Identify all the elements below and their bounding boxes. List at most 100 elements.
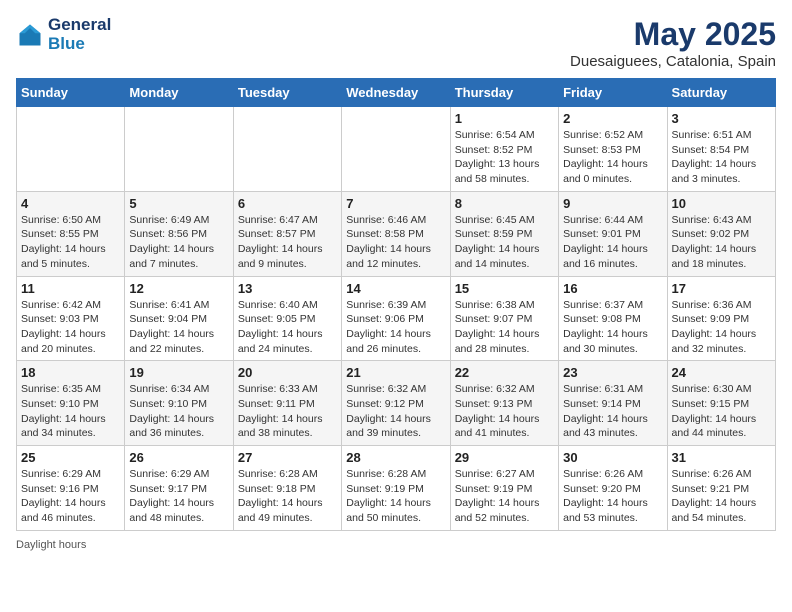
logo-text: General Blue: [48, 16, 111, 53]
week-row-3: 11 Sunrise: 6:42 AM Sunset: 9:03 PM Dayli…: [17, 276, 776, 361]
day-cell: 4Sunrise: 6:50 AM Sunset: 8:55 PM Daylig…: [17, 191, 125, 276]
day-cell: 10Sunrise: 6:43 AM Sunset: 9:02 PM Dayli…: [667, 191, 775, 276]
col-header-monday: Monday: [125, 79, 233, 107]
day-info: Sunrise: 6:36 AM Sunset: 9:09 PM Dayligh…: [672, 298, 771, 357]
day-cell: [17, 107, 125, 192]
day-info: Sunrise: 6:29 AM Sunset: 9:16 PM Dayligh…: [21, 467, 120, 526]
day-number: 25: [21, 450, 120, 465]
col-header-friday: Friday: [559, 79, 667, 107]
day-number: 1: [455, 111, 554, 126]
day-info: Sunrise: 6:42 AM Sunset: 9:03 PM Dayligh…: [21, 298, 120, 357]
day-cell: 11 Sunrise: 6:42 AM Sunset: 9:03 PM Dayli…: [17, 276, 125, 361]
title-block: May 2025 Duesaiguees, Catalonia, Spain: [570, 16, 776, 70]
calendar-table: SundayMondayTuesdayWednesdayThursdayFrid…: [16, 78, 776, 531]
day-info: Sunrise: 6:40 AM Sunset: 9:05 PM Dayligh…: [238, 298, 337, 357]
day-number: 6: [238, 196, 337, 211]
day-info: Sunrise: 6:52 AM Sunset: 8:53 PM Dayligh…: [563, 128, 662, 187]
day-info: Sunrise: 6:34 AM Sunset: 9:10 PM Dayligh…: [129, 382, 228, 441]
logo-icon: [16, 21, 44, 49]
location-subtitle: Duesaiguees, Catalonia, Spain: [570, 53, 776, 70]
day-cell: [342, 107, 450, 192]
day-info: Sunrise: 6:54 AM Sunset: 8:52 PM Dayligh…: [455, 128, 554, 187]
day-number: 12: [129, 281, 228, 296]
footer-note-text: Daylight hours: [16, 539, 86, 551]
day-number: 11: [21, 281, 120, 296]
day-info: Sunrise: 6:26 AM Sunset: 9:20 PM Dayligh…: [563, 467, 662, 526]
day-number: 24: [672, 365, 771, 380]
col-header-saturday: Saturday: [667, 79, 775, 107]
day-cell: 22 Sunrise: 6:32 AM Sunset: 9:13 PM Dayli…: [450, 361, 558, 446]
day-number: 7: [346, 196, 445, 211]
day-info: Sunrise: 6:37 AM Sunset: 9:08 PM Dayligh…: [563, 298, 662, 357]
day-cell: 8Sunrise: 6:45 AM Sunset: 8:59 PM Daylig…: [450, 191, 558, 276]
day-info: Sunrise: 6:51 AM Sunset: 8:54 PM Dayligh…: [672, 128, 771, 187]
day-cell: [125, 107, 233, 192]
day-number: 2: [563, 111, 662, 126]
col-header-tuesday: Tuesday: [233, 79, 341, 107]
day-cell: 28Sunrise: 6:28 AM Sunset: 9:19 PM Dayli…: [342, 446, 450, 531]
day-cell: 26Sunrise: 6:29 AM Sunset: 9:17 PM Dayli…: [125, 446, 233, 531]
day-number: 3: [672, 111, 771, 126]
day-cell: 19 Sunrise: 6:34 AM Sunset: 9:10 PM Dayli…: [125, 361, 233, 446]
day-info: Sunrise: 6:27 AM Sunset: 9:19 PM Dayligh…: [455, 467, 554, 526]
day-number: 23: [563, 365, 662, 380]
day-cell: 5 Sunrise: 6:49 AM Sunset: 8:56 PM Daylig…: [125, 191, 233, 276]
day-number: 18: [21, 365, 120, 380]
day-cell: 29Sunrise: 6:27 AM Sunset: 9:19 PM Dayli…: [450, 446, 558, 531]
day-cell: 17 Sunrise: 6:36 AM Sunset: 9:09 PM Dayli…: [667, 276, 775, 361]
footer-note: Daylight hours: [16, 539, 776, 551]
day-number: 15: [455, 281, 554, 296]
day-number: 5: [129, 196, 228, 211]
day-number: 27: [238, 450, 337, 465]
week-row-4: 18 Sunrise: 6:35 AM Sunset: 9:10 PM Dayli…: [17, 361, 776, 446]
day-number: 22: [455, 365, 554, 380]
week-row-1: 1 Sunrise: 6:54 AM Sunset: 8:52 PM Daylig…: [17, 107, 776, 192]
day-cell: [233, 107, 341, 192]
day-info: Sunrise: 6:29 AM Sunset: 9:17 PM Dayligh…: [129, 467, 228, 526]
day-cell: 25 Sunrise: 6:29 AM Sunset: 9:16 PM Dayli…: [17, 446, 125, 531]
day-number: 30: [563, 450, 662, 465]
day-info: Sunrise: 6:47 AM Sunset: 8:57 PM Dayligh…: [238, 213, 337, 272]
day-number: 9: [563, 196, 662, 211]
page-header: General Blue May 2025 Duesaiguees, Catal…: [16, 16, 776, 70]
day-number: 31: [672, 450, 771, 465]
day-cell: 30 Sunrise: 6:26 AM Sunset: 9:20 PM Dayli…: [559, 446, 667, 531]
week-row-5: 25 Sunrise: 6:29 AM Sunset: 9:16 PM Dayli…: [17, 446, 776, 531]
day-cell: 27 Sunrise: 6:28 AM Sunset: 9:18 PM Dayli…: [233, 446, 341, 531]
day-cell: 7Sunrise: 6:46 AM Sunset: 8:58 PM Daylig…: [342, 191, 450, 276]
day-cell: 14 Sunrise: 6:39 AM Sunset: 9:06 PM Dayli…: [342, 276, 450, 361]
header-row: SundayMondayTuesdayWednesdayThursdayFrid…: [17, 79, 776, 107]
day-number: 19: [129, 365, 228, 380]
day-info: Sunrise: 6:44 AM Sunset: 9:01 PM Dayligh…: [563, 213, 662, 272]
day-cell: 9 Sunrise: 6:44 AM Sunset: 9:01 PM Daylig…: [559, 191, 667, 276]
day-cell: 1 Sunrise: 6:54 AM Sunset: 8:52 PM Daylig…: [450, 107, 558, 192]
day-cell: 31 Sunrise: 6:26 AM Sunset: 9:21 PM Dayli…: [667, 446, 775, 531]
day-cell: 3 Sunrise: 6:51 AM Sunset: 8:54 PM Daylig…: [667, 107, 775, 192]
day-cell: 13 Sunrise: 6:40 AM Sunset: 9:05 PM Dayli…: [233, 276, 341, 361]
day-cell: 20Sunrise: 6:33 AM Sunset: 9:11 PM Dayli…: [233, 361, 341, 446]
day-info: Sunrise: 6:32 AM Sunset: 9:13 PM Dayligh…: [455, 382, 554, 441]
day-number: 28: [346, 450, 445, 465]
day-cell: 21Sunrise: 6:32 AM Sunset: 9:12 PM Dayli…: [342, 361, 450, 446]
day-info: Sunrise: 6:49 AM Sunset: 8:56 PM Dayligh…: [129, 213, 228, 272]
day-number: 16: [563, 281, 662, 296]
day-info: Sunrise: 6:39 AM Sunset: 9:06 PM Dayligh…: [346, 298, 445, 357]
day-info: Sunrise: 6:26 AM Sunset: 9:21 PM Dayligh…: [672, 467, 771, 526]
day-info: Sunrise: 6:31 AM Sunset: 9:14 PM Dayligh…: [563, 382, 662, 441]
day-info: Sunrise: 6:38 AM Sunset: 9:07 PM Dayligh…: [455, 298, 554, 357]
day-info: Sunrise: 6:33 AM Sunset: 9:11 PM Dayligh…: [238, 382, 337, 441]
day-cell: 23 Sunrise: 6:31 AM Sunset: 9:14 PM Dayli…: [559, 361, 667, 446]
day-cell: 6 Sunrise: 6:47 AM Sunset: 8:57 PM Daylig…: [233, 191, 341, 276]
col-header-thursday: Thursday: [450, 79, 558, 107]
day-info: Sunrise: 6:50 AM Sunset: 8:55 PM Dayligh…: [21, 213, 120, 272]
day-number: 14: [346, 281, 445, 296]
day-info: Sunrise: 6:28 AM Sunset: 9:18 PM Dayligh…: [238, 467, 337, 526]
day-number: 17: [672, 281, 771, 296]
day-cell: 24 Sunrise: 6:30 AM Sunset: 9:15 PM Dayli…: [667, 361, 775, 446]
day-info: Sunrise: 6:35 AM Sunset: 9:10 PM Dayligh…: [21, 382, 120, 441]
day-number: 13: [238, 281, 337, 296]
day-info: Sunrise: 6:30 AM Sunset: 9:15 PM Dayligh…: [672, 382, 771, 441]
day-number: 21: [346, 365, 445, 380]
day-cell: 18 Sunrise: 6:35 AM Sunset: 9:10 PM Dayli…: [17, 361, 125, 446]
col-header-sunday: Sunday: [17, 79, 125, 107]
